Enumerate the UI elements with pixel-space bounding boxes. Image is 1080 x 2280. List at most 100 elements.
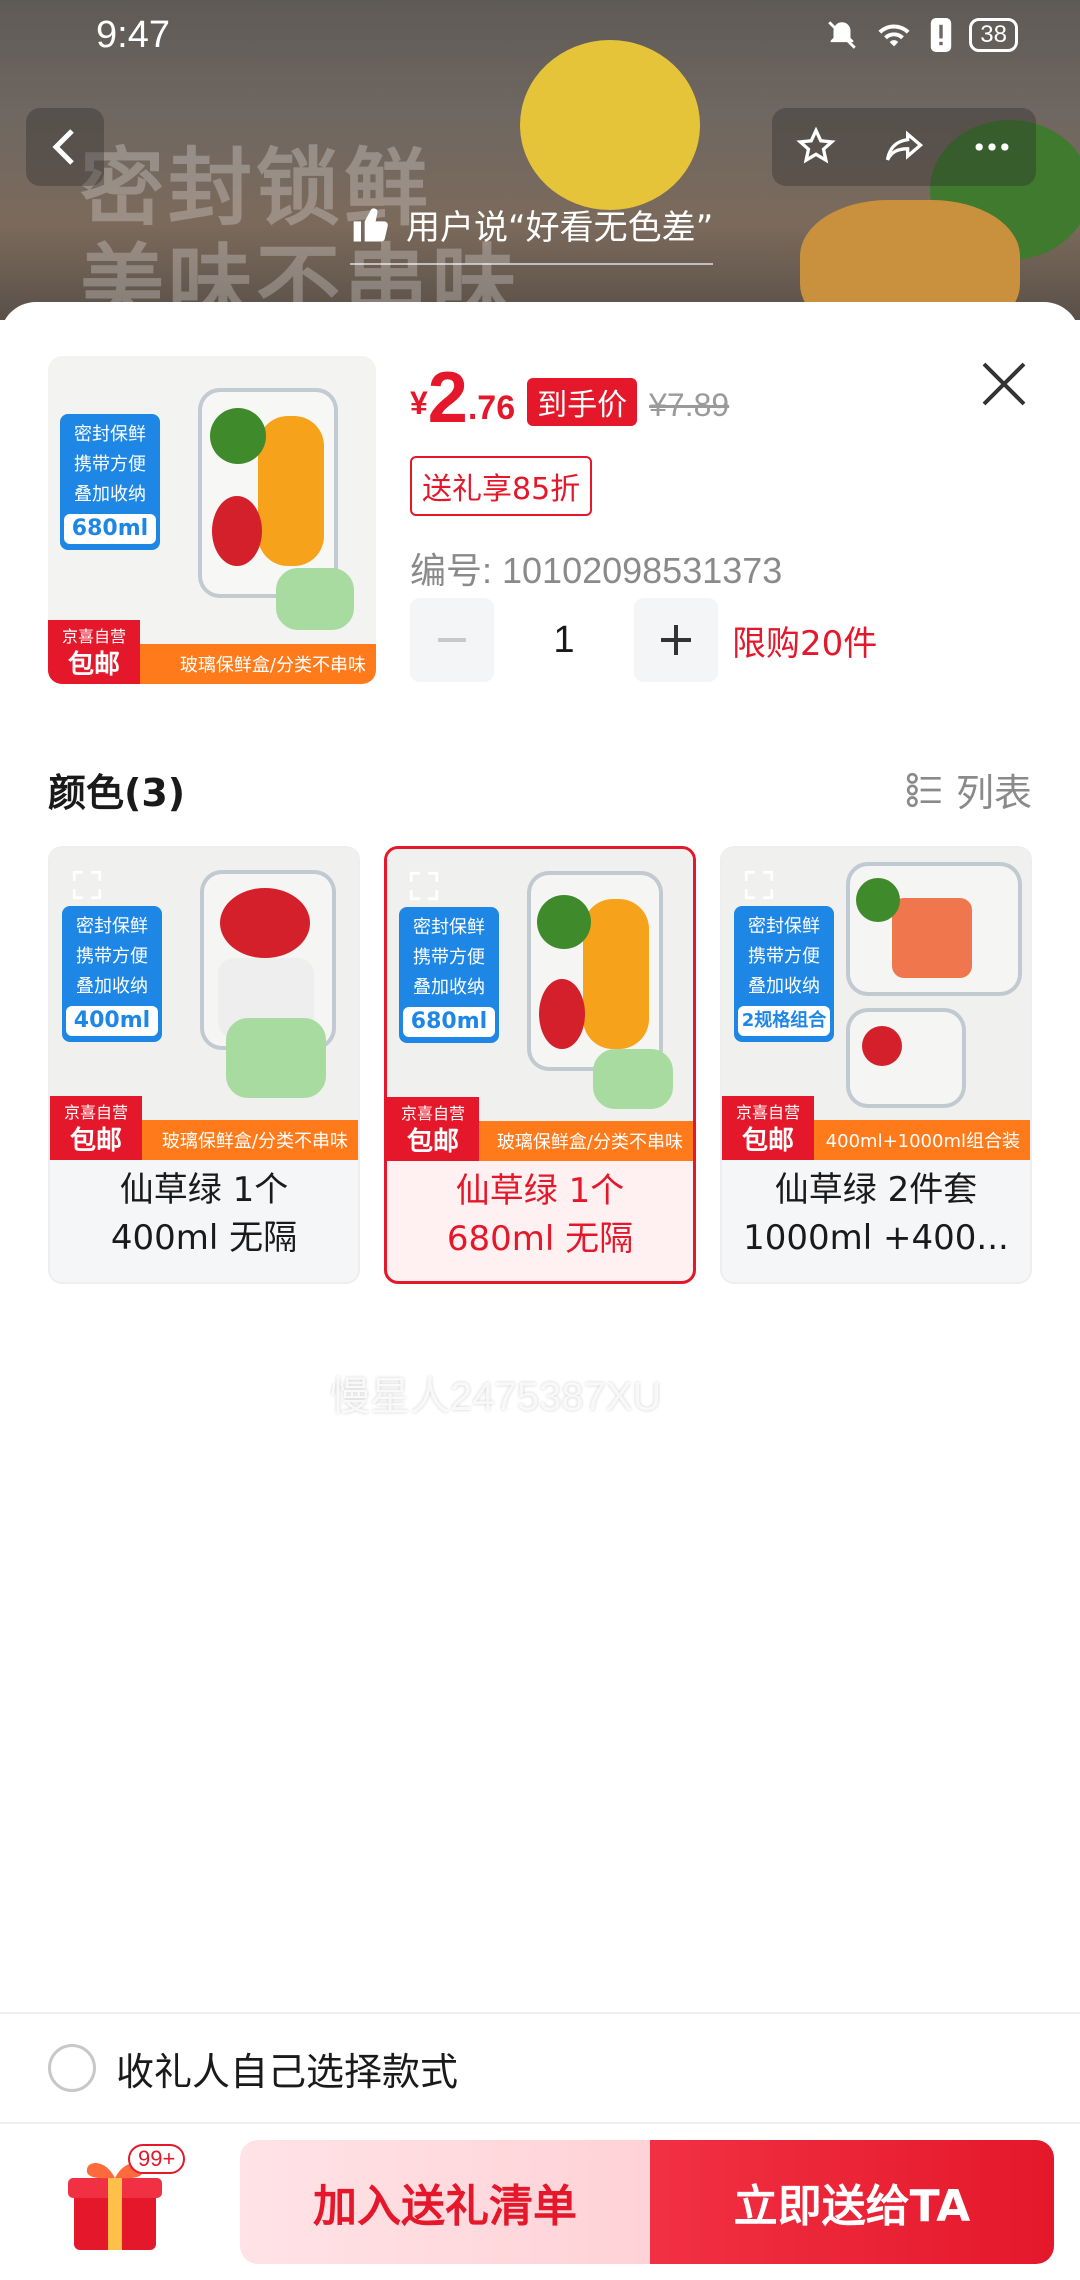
sku-selector-sheet: 密封保鲜 携带方便 叠加收纳 680ml 玻璃保鲜盒/分类不串味 京喜自营 包邮…	[0, 302, 1080, 2280]
green-box-image	[593, 1049, 673, 1109]
badge-text: 密封保鲜	[413, 917, 485, 938]
mute-icon	[828, 21, 857, 49]
list-label: 列表	[955, 771, 1032, 815]
tomato-image	[220, 888, 310, 958]
orange-slices-image	[583, 899, 649, 1049]
quantity-stepper: 1 限购20件	[410, 598, 877, 682]
option-label-line: 仙草绿 1个	[119, 1170, 289, 1210]
status-bar: 9:47 38	[0, 0, 1080, 74]
option-label: 仙草绿 2件套 1000ml +400...	[722, 1166, 1030, 1262]
price-decimal: .76	[467, 389, 516, 427]
recipient-choose-label: 收礼人自己选择款式	[116, 2049, 459, 2094]
jd-tag-text: 京喜自营	[63, 1103, 128, 1122]
color-option-selected[interactable]: 密封保鲜 携带方便 叠加收纳 680ml 玻璃保鲜盒/分类不串味 京喜自营 包邮…	[384, 846, 696, 1284]
thumbs-up-icon	[353, 207, 388, 242]
volume-label: 680ml	[403, 1007, 495, 1037]
badge-text: 携带方便	[74, 454, 146, 475]
volume-label: 400ml	[66, 1006, 158, 1036]
option-label-line: 仙草绿 1个	[455, 1171, 625, 1211]
broccoli-image	[856, 878, 900, 922]
radio-button[interactable]	[48, 2044, 96, 2092]
product-sku: 编号: 10102098531373	[410, 550, 783, 591]
badge-text: 叠加收纳	[748, 976, 820, 997]
expand-icon[interactable]	[407, 869, 441, 903]
list-view-toggle[interactable]: 列表	[904, 762, 1032, 817]
badge-text: 携带方便	[76, 946, 148, 967]
jd-tag-text: 京喜自营	[735, 1103, 800, 1122]
free-shipping-text: 包邮	[67, 650, 120, 680]
quote-text: 用户说“好看无色差”	[406, 208, 714, 248]
jd-self-operated-tag: 京喜自营 包邮	[48, 620, 140, 684]
share-icon[interactable]	[881, 125, 927, 169]
jd-self-operated-tag: 京喜自营 包邮	[387, 1097, 479, 1161]
tomato-image	[862, 1026, 902, 1066]
close-button[interactable]	[976, 356, 1032, 412]
plus-icon	[661, 625, 691, 655]
badge-text: 密封保鲜	[748, 916, 820, 937]
green-box-image	[226, 1018, 326, 1098]
bottom-action-bar: 99+ 加入送礼清单 立即送给TA	[0, 2126, 1080, 2280]
green-box-image	[276, 568, 354, 630]
send-gift-button[interactable]: 立即送给TA	[650, 2140, 1054, 2264]
tomato-image	[212, 496, 262, 566]
badge-text: 叠加收纳	[413, 977, 485, 998]
chevron-left-icon	[52, 129, 74, 165]
broccoli-image	[210, 408, 266, 464]
jd-tag-text: 京喜自营	[400, 1104, 465, 1123]
price-row: ¥ 2 .76 到手价 ¥7.89	[410, 358, 730, 438]
battery-icon: 38	[969, 18, 1018, 52]
final-price-tag: 到手价	[527, 378, 638, 426]
orange-slices-image	[258, 416, 324, 566]
expand-icon[interactable]	[742, 868, 776, 902]
badge-text: 携带方便	[748, 946, 820, 967]
jd-self-operated-tag: 京喜自营 包邮	[722, 1096, 814, 1160]
watermark: 慢星人2475387XU	[330, 1375, 662, 1419]
small-box-image	[846, 1008, 966, 1108]
decrease-button[interactable]	[410, 598, 494, 682]
alert-icon	[931, 18, 952, 52]
add-to-gift-list-button[interactable]: 加入送礼清单	[240, 2140, 650, 2264]
more-icon[interactable]	[970, 125, 1014, 169]
back-button[interactable]	[26, 108, 104, 186]
option-label-line: 680ml 无隔	[446, 1219, 634, 1259]
user-review-quote: 用户说“好看无色差”	[350, 200, 714, 265]
option-label-line: 仙草绿 2件套	[774, 1170, 978, 1210]
recipient-choose-option[interactable]: 收礼人自己选择款式	[0, 2012, 1080, 2124]
color-option[interactable]: 密封保鲜 携带方便 叠加收纳 2规格组合 400ml+1000ml组合装 京喜自…	[720, 846, 1032, 1284]
option-label: 仙草绿 1个 400ml 无隔	[50, 1166, 358, 1262]
expand-icon[interactable]	[70, 868, 104, 902]
feature-badges: 密封保鲜 携带方便 叠加收纳 680ml	[399, 907, 499, 1043]
volume-label: 680ml	[64, 514, 156, 544]
original-price: ¥7.89	[649, 387, 730, 423]
option-label-line: 1000ml +400...	[743, 1218, 1009, 1258]
shrimp-image	[892, 898, 972, 978]
option-label: 仙草绿 1个 680ml 无隔	[387, 1167, 693, 1263]
option-label-line: 400ml 无隔	[110, 1218, 298, 1258]
color-option[interactable]: 密封保鲜 携带方便 叠加收纳 400ml 玻璃保鲜盒/分类不串味 京喜自营 包邮…	[48, 846, 360, 1284]
quantity-value[interactable]: 1	[494, 619, 634, 662]
wifi-icon	[878, 24, 910, 47]
price-integer: 2	[427, 358, 468, 438]
broccoli-image	[537, 895, 591, 949]
top-actions	[772, 108, 1036, 186]
jd-tag-text: 京喜自营	[61, 627, 126, 646]
tomato-image	[539, 979, 585, 1049]
feature-badges: 密封保鲜 携带方便 叠加收纳 400ml	[62, 906, 162, 1042]
purchase-limit: 限购20件	[732, 623, 878, 664]
free-shipping-text: 包邮	[741, 1126, 794, 1156]
minus-icon	[438, 638, 466, 642]
current-price: ¥ 2 .76	[410, 358, 516, 438]
increase-button[interactable]	[634, 598, 718, 682]
status-icons: 38	[825, 18, 1018, 52]
gift-discount-badge: 送礼享85折	[410, 456, 593, 516]
product-thumbnail[interactable]: 密封保鲜 携带方便 叠加收纳 680ml 玻璃保鲜盒/分类不串味 京喜自营 包邮	[48, 356, 376, 684]
star-icon[interactable]	[794, 125, 838, 169]
list-icon	[906, 772, 941, 807]
free-shipping-text: 包邮	[69, 1126, 122, 1156]
volume-label: 2规格组合	[738, 1006, 830, 1036]
status-time: 9:47	[96, 14, 170, 56]
currency-symbol: ¥	[410, 385, 428, 421]
gift-count-badge: 99+	[128, 2144, 186, 2174]
option-image: 密封保鲜 携带方便 叠加收纳 2规格组合 400ml+1000ml组合装 京喜自…	[722, 848, 1030, 1160]
option-image: 密封保鲜 携带方便 叠加收纳 680ml 玻璃保鲜盒/分类不串味 京喜自营 包邮	[387, 849, 693, 1161]
